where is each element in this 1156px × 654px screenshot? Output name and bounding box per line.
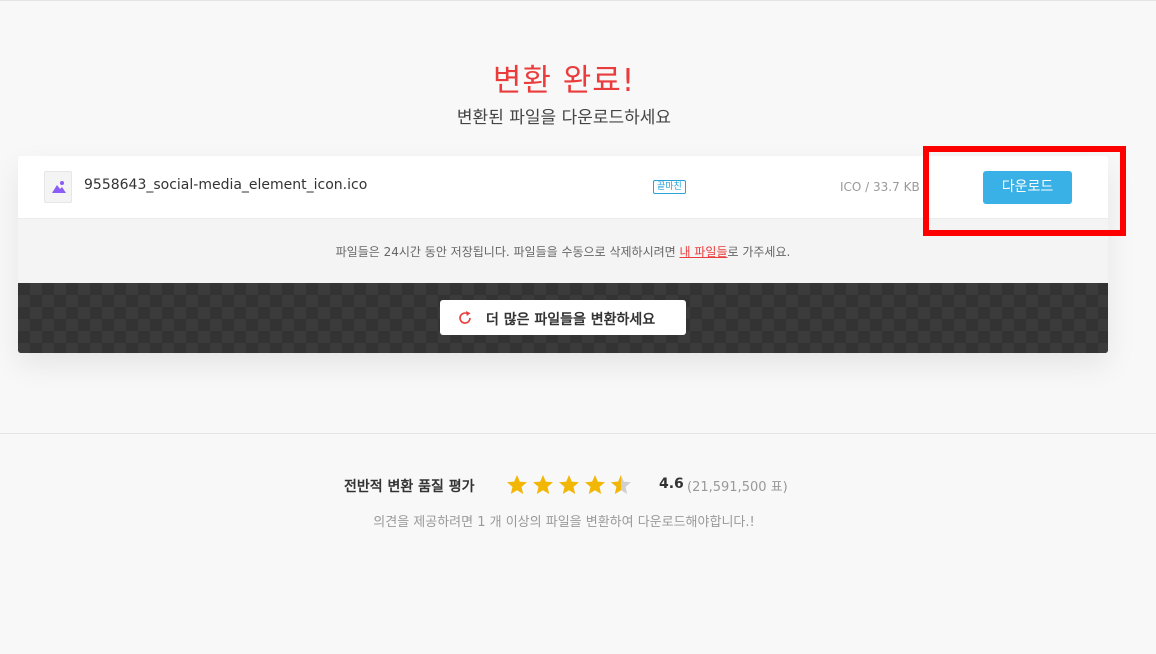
file-name: 9558643_social-media_element_icon.ico [84,177,368,193]
notice-text: 파일들은 24시간 동안 저장됩니다. 파일들을 수동으로 삭제하시려면 내 파… [18,243,1108,260]
convert-more-bar: 더 많은 파일들을 변환하세요 [18,283,1108,353]
star-icon-1[interactable] [506,474,528,496]
star-icon-4[interactable] [584,474,606,496]
star-icon-3[interactable] [558,474,580,496]
section-divider [0,433,1156,434]
rating-label: 전반적 변환 품질 평가 [344,479,475,495]
page-title: 변환 완료! [492,63,636,99]
image-icon [44,171,72,203]
my-files-link[interactable]: 내 파일들 [680,245,728,259]
convert-more-label: 더 많은 파일들을 변환하세요 [486,312,656,328]
status-badge: 끝마친 [653,180,686,194]
file-meta: ICO / 33.7 KB [840,180,920,194]
convert-more-button[interactable]: 더 많은 파일들을 변환하세요 [440,300,686,335]
star-icon-2[interactable] [532,474,554,496]
notice-text-after: 로 가주세요. [727,245,791,259]
rating-score: 4.6 [659,476,684,492]
page-subtitle: 변환된 파일을 다운로드하세요 [456,108,672,128]
top-divider [0,0,1156,3]
refresh-icon [459,311,471,324]
rating-votes: (21,591,500 표) [687,480,788,495]
star-half-icon[interactable] [610,474,632,496]
feedback-note: 의견을 제공하려면 1 개 이상의 파일을 변환하여 다운로드해야합니다.! [373,515,755,530]
notice-text-before: 파일들은 24시간 동안 저장됩니다. 파일들을 수동으로 삭제하시려면 [335,245,680,259]
highlight-box [923,146,1126,236]
